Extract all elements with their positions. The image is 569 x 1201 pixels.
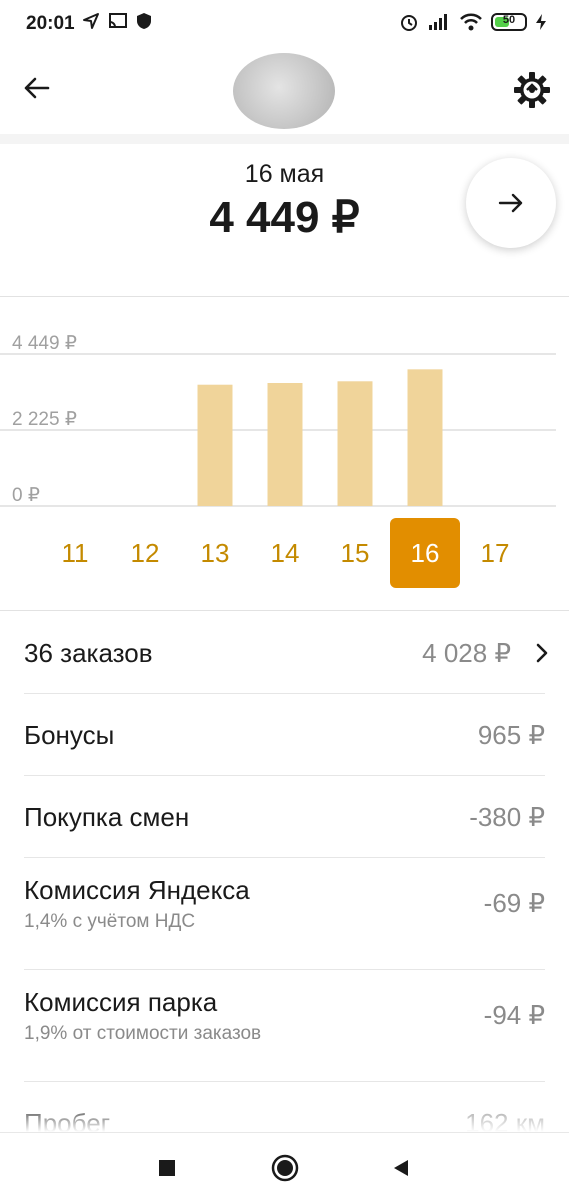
- row-subtitle: 1,4% с учётом НДС: [24, 911, 196, 932]
- next-day-button[interactable]: [466, 158, 556, 248]
- day-selector: 11 12 13 14 15 16 17: [0, 514, 569, 590]
- row-value: 4 028 ₽: [422, 638, 511, 668]
- header-divider: [0, 134, 569, 144]
- battery-icon: 50: [491, 13, 527, 31]
- row-title: Бонусы: [24, 720, 115, 750]
- breakdown-row: Комиссия парка 1,9% от стоимости заказов -…: [0, 970, 569, 1082]
- cast-icon: [109, 13, 127, 28]
- day-15[interactable]: 15: [320, 518, 390, 588]
- top-bar: [0, 48, 569, 134]
- status-bar: 20:01 50: [0, 0, 569, 48]
- battery-level: 50: [502, 14, 516, 26]
- bar-15[interactable]: [337, 381, 373, 506]
- y-tick-label: 4 449 ₽: [12, 333, 77, 354]
- day-14[interactable]: 14: [250, 518, 320, 588]
- breakdown-row: Покупка смен -380 ₽: [0, 776, 569, 858]
- chart-plot: 4 449 ₽ 2 225 ₽ 0 ₽: [0, 333, 556, 507]
- system-back-button[interactable]: [384, 1151, 418, 1185]
- recent-apps-button[interactable]: [150, 1151, 184, 1185]
- arrow-left-icon: [24, 77, 50, 99]
- breakdown-row: Комиссия Яндекса 1,4% с учётом НДС -69 ₽: [0, 858, 569, 970]
- system-nav-bar: [0, 1132, 569, 1201]
- bar-13[interactable]: [197, 384, 233, 506]
- alarm-icon: [401, 15, 417, 31]
- recent-apps-icon: [159, 1160, 175, 1176]
- day-17[interactable]: 17: [460, 518, 530, 588]
- home-button[interactable]: [268, 1151, 302, 1185]
- wifi-icon: [460, 13, 482, 31]
- row-title: 36 заказов: [24, 638, 153, 668]
- row-value: -94 ₽: [483, 1000, 545, 1030]
- chart-divider: [0, 610, 569, 611]
- location-arrow-icon: [83, 13, 99, 29]
- row-title: Комиссия парка: [24, 987, 218, 1017]
- summary-divider: [0, 296, 569, 297]
- row-subtitle: 1,9% от стоимости заказов: [24, 1023, 262, 1044]
- signal-icon: [429, 14, 447, 30]
- day-11[interactable]: 11: [40, 518, 110, 588]
- back-button[interactable]: [18, 70, 54, 106]
- row-value: -69 ₽: [483, 888, 545, 918]
- settings-button[interactable]: [512, 70, 552, 110]
- shield-icon: [137, 13, 151, 29]
- breakdown-row[interactable]: 36 заказов 4 028 ₽: [0, 612, 569, 694]
- row-value: 965 ₽: [477, 720, 545, 750]
- status-time: 20:01: [26, 13, 75, 34]
- breakdown-row: Бонусы 965 ₽: [0, 694, 569, 776]
- gear-icon: [514, 72, 550, 108]
- avatar[interactable]: [233, 53, 335, 129]
- day-16[interactable]: 16: [390, 518, 460, 588]
- earnings-chart: 4 449 ₽ 2 225 ₽ 0 ₽ 11 12 13 14 15 16 17: [0, 298, 569, 608]
- day-12[interactable]: 12: [110, 518, 180, 588]
- charging-icon: [536, 14, 546, 30]
- day-13[interactable]: 13: [180, 518, 250, 588]
- row-title: Покупка смен: [24, 802, 190, 832]
- home-icon: [271, 1154, 299, 1182]
- y-tick-label: 2 225 ₽: [12, 409, 77, 430]
- arrow-right-icon: [498, 193, 523, 213]
- y-tick-label: 0 ₽: [12, 485, 40, 506]
- day-summary: 16 мая 4 449 ₽: [0, 144, 569, 296]
- chevron-right-icon: [536, 643, 548, 663]
- list-fade: [0, 1100, 569, 1132]
- bar-16[interactable]: [407, 369, 443, 506]
- back-icon: [394, 1160, 408, 1176]
- row-title: Комиссия Яндекса: [24, 875, 250, 905]
- row-value: -380 ₽: [469, 802, 545, 832]
- bar-14[interactable]: [267, 383, 303, 506]
